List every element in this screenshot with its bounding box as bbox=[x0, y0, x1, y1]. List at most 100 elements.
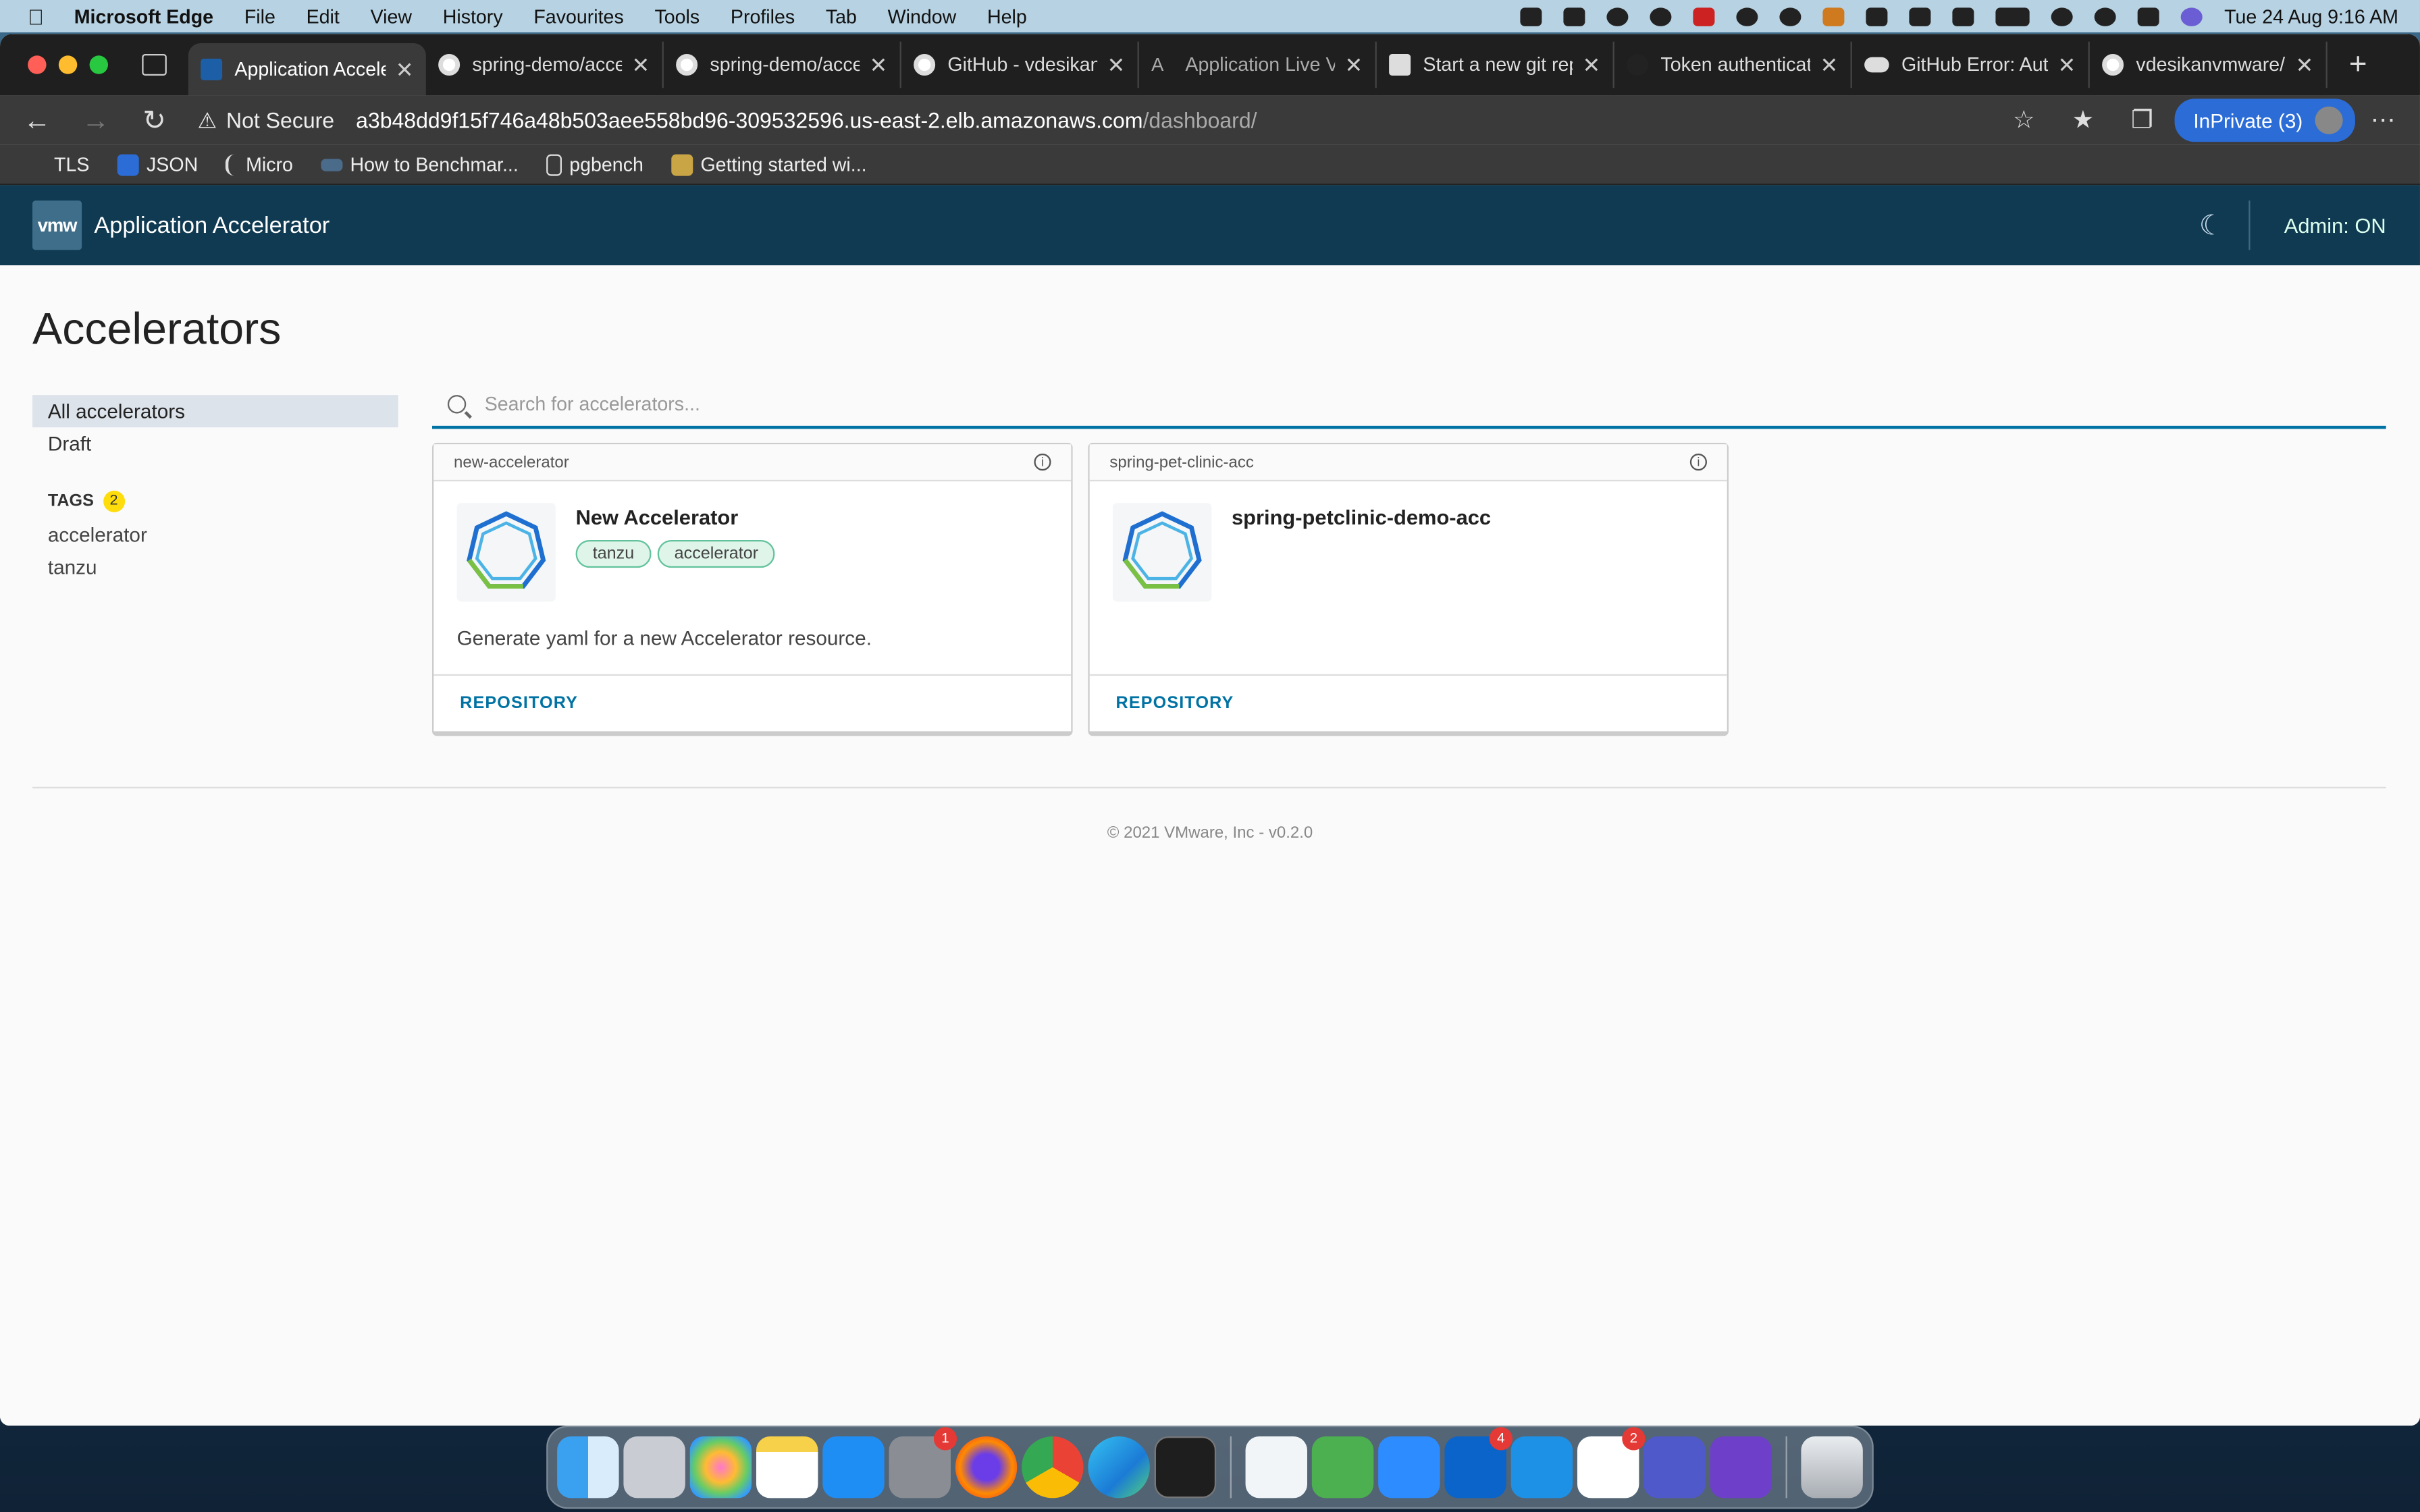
browser-tab[interactable]: GitHub Error: Authe✕ bbox=[1852, 41, 2090, 88]
forward-arrow-icon[interactable]: → bbox=[74, 104, 117, 136]
slack-icon[interactable]: 2 bbox=[1577, 1427, 1646, 1498]
browser-tab[interactable]: spring-demo/accele✕ bbox=[664, 41, 901, 88]
terminal-icon[interactable] bbox=[1154, 1436, 1217, 1498]
browser-tab[interactable]: Token authenticatio ✕ bbox=[1614, 41, 1852, 88]
back-arrow-icon[interactable]: ← bbox=[16, 104, 59, 136]
smile-icon[interactable] bbox=[1822, 7, 1845, 26]
menu-tab[interactable]: Tab bbox=[826, 5, 857, 27]
menu-history[interactable]: History bbox=[443, 5, 503, 27]
tag-filter-tanzu[interactable]: tanzu bbox=[32, 551, 398, 583]
info-icon[interactable]: i bbox=[1034, 453, 1051, 471]
finder-icon[interactable] bbox=[557, 1436, 619, 1498]
system-preferences-icon[interactable]: 1 bbox=[889, 1427, 957, 1498]
sidebar-item-all-accelerators[interactable]: All accelerators bbox=[32, 395, 398, 428]
info-icon[interactable]: i bbox=[1689, 453, 1707, 471]
accelerator-card[interactable]: spring-pet-clinic-acc i spring-petclinic… bbox=[1088, 442, 1729, 736]
key-icon[interactable] bbox=[1866, 7, 1888, 26]
browser-tab[interactable]: spring-demo/accele✕ bbox=[426, 41, 664, 88]
minimize-window-button[interactable] bbox=[58, 55, 78, 74]
globe-icon[interactable] bbox=[1650, 7, 1672, 26]
close-tab-icon[interactable]: ✕ bbox=[2295, 52, 2313, 78]
collections-icon[interactable]: ❐ bbox=[2131, 105, 2153, 136]
zoom-status-icon[interactable] bbox=[1520, 7, 1542, 26]
wifi-icon[interactable] bbox=[2051, 7, 2074, 26]
menu-help[interactable]: Help bbox=[987, 5, 1027, 27]
tag-chip[interactable]: accelerator bbox=[657, 539, 776, 568]
keyboard-icon[interactable] bbox=[1909, 7, 1931, 26]
notes-icon[interactable] bbox=[756, 1436, 818, 1498]
photos-icon[interactable] bbox=[689, 1436, 752, 1498]
browser-tab[interactable]: Application Acceler ✕ bbox=[188, 43, 426, 96]
edge-icon[interactable] bbox=[1088, 1436, 1150, 1498]
search-icon[interactable] bbox=[2095, 7, 2117, 26]
outlook-icon[interactable]: 4 bbox=[1444, 1427, 1512, 1498]
address-bar[interactable]: ⚠ Not Secure a3b48dd9f15f746a48b503aee55… bbox=[198, 99, 2013, 142]
close-tab-icon[interactable]: ✕ bbox=[1582, 52, 1600, 78]
maximize-window-button[interactable] bbox=[89, 55, 108, 74]
tag-chip[interactable]: tanzu bbox=[575, 539, 652, 568]
weather-icon[interactable] bbox=[1563, 7, 1585, 26]
close-tab-icon[interactable]: ✕ bbox=[1107, 52, 1125, 78]
new-tab-icon[interactable]: + bbox=[2349, 47, 2367, 83]
search-input[interactable] bbox=[484, 393, 2182, 415]
menubar-clock[interactable]: Tue 24 Aug 9:16 AM bbox=[2224, 5, 2398, 27]
admin-toggle[interactable]: Admin: ON bbox=[2284, 214, 2386, 237]
close-tab-icon[interactable]: ✕ bbox=[869, 52, 887, 78]
close-tab-icon[interactable]: ✕ bbox=[631, 52, 650, 78]
browser-tab[interactable]: Start a new git repo✕ bbox=[1377, 41, 1614, 88]
accelerator-card[interactable]: new-accelerator i New Accelerator tanzu … bbox=[431, 442, 1073, 736]
repository-link[interactable]: REPOSITORY bbox=[460, 695, 578, 713]
app-title[interactable]: Application Accelerator bbox=[94, 212, 330, 238]
bookmark[interactable]: TLS bbox=[25, 153, 90, 175]
app-store-icon[interactable] bbox=[822, 1436, 885, 1498]
menu-view[interactable]: View bbox=[371, 5, 412, 27]
apple-menu-icon[interactable]:  bbox=[28, 4, 53, 29]
trash-icon[interactable] bbox=[1801, 1436, 1863, 1498]
bookmark[interactable]: JSON bbox=[117, 153, 198, 176]
close-tab-icon[interactable]: ✕ bbox=[1344, 52, 1363, 78]
menu-edit[interactable]: Edit bbox=[307, 5, 340, 27]
close-tab-icon[interactable]: ✕ bbox=[2057, 52, 2076, 78]
shield-icon[interactable] bbox=[1693, 7, 1715, 26]
reload-icon[interactable]: ↻ bbox=[133, 104, 176, 136]
repository-link[interactable]: REPOSITORY bbox=[1116, 695, 1234, 713]
github-desktop-icon[interactable] bbox=[1710, 1436, 1772, 1498]
tag-filter-accelerator[interactable]: accelerator bbox=[32, 518, 398, 551]
dark-mode-moon-icon[interactable]: ☾ bbox=[2199, 209, 2224, 242]
inprivate-button[interactable]: InPrivate (3) bbox=[2174, 99, 2355, 142]
menu-window[interactable]: Window bbox=[888, 5, 957, 27]
bookmark[interactable]: Getting started wi... bbox=[671, 153, 867, 176]
gear-icon[interactable] bbox=[1779, 7, 1801, 26]
card-title[interactable]: New Accelerator bbox=[576, 506, 739, 529]
close-tab-icon[interactable]: ✕ bbox=[1820, 52, 1838, 78]
bookmark[interactable]: pgbench bbox=[546, 153, 643, 176]
docker-icon[interactable] bbox=[1510, 1436, 1573, 1498]
launchpad-icon[interactable] bbox=[623, 1436, 685, 1498]
sidebar-item-draft[interactable]: Draft bbox=[32, 427, 398, 460]
tab-actions-icon[interactable] bbox=[142, 53, 167, 76]
battery-icon[interactable] bbox=[1995, 7, 2030, 26]
firefox-icon[interactable] bbox=[955, 1436, 1018, 1498]
vmware-logo[interactable]: vmw bbox=[32, 200, 82, 250]
browser-tab[interactable]: vdesikanvmware/sp✕ bbox=[2090, 41, 2327, 88]
atom-icon[interactable] bbox=[1311, 1436, 1374, 1498]
close-tab-icon[interactable]: ✕ bbox=[396, 56, 414, 82]
menu-file[interactable]: File bbox=[244, 5, 275, 27]
bluetooth-icon[interactable] bbox=[1952, 7, 1974, 26]
menu-favourites[interactable]: Favourites bbox=[533, 5, 623, 27]
control-center-icon[interactable] bbox=[2138, 7, 2160, 26]
menu-profiles[interactable]: Profiles bbox=[731, 5, 795, 27]
siri-icon[interactable] bbox=[2181, 7, 2203, 26]
more-menu-icon[interactable]: ⋯ bbox=[2371, 105, 2396, 136]
status-icon[interactable] bbox=[1736, 7, 1758, 26]
cloud-icon[interactable] bbox=[1606, 7, 1629, 26]
not-secure-label[interactable]: Not Secure bbox=[226, 108, 334, 133]
favorites-icon[interactable]: ★ bbox=[2072, 105, 2095, 136]
warning-icon[interactable]: ⚠ bbox=[198, 107, 217, 134]
card-title[interactable]: spring-petclinic-demo-acc bbox=[1232, 506, 1491, 529]
browser-tab[interactable]: GitHub - vdesikanv ✕ bbox=[901, 41, 1139, 88]
bookmark[interactable]: How to Benchmar... bbox=[321, 153, 519, 175]
bookmark[interactable]: Micro bbox=[226, 153, 293, 176]
menu-app-name[interactable]: Microsoft Edge bbox=[74, 5, 213, 27]
close-window-button[interactable] bbox=[28, 55, 47, 74]
